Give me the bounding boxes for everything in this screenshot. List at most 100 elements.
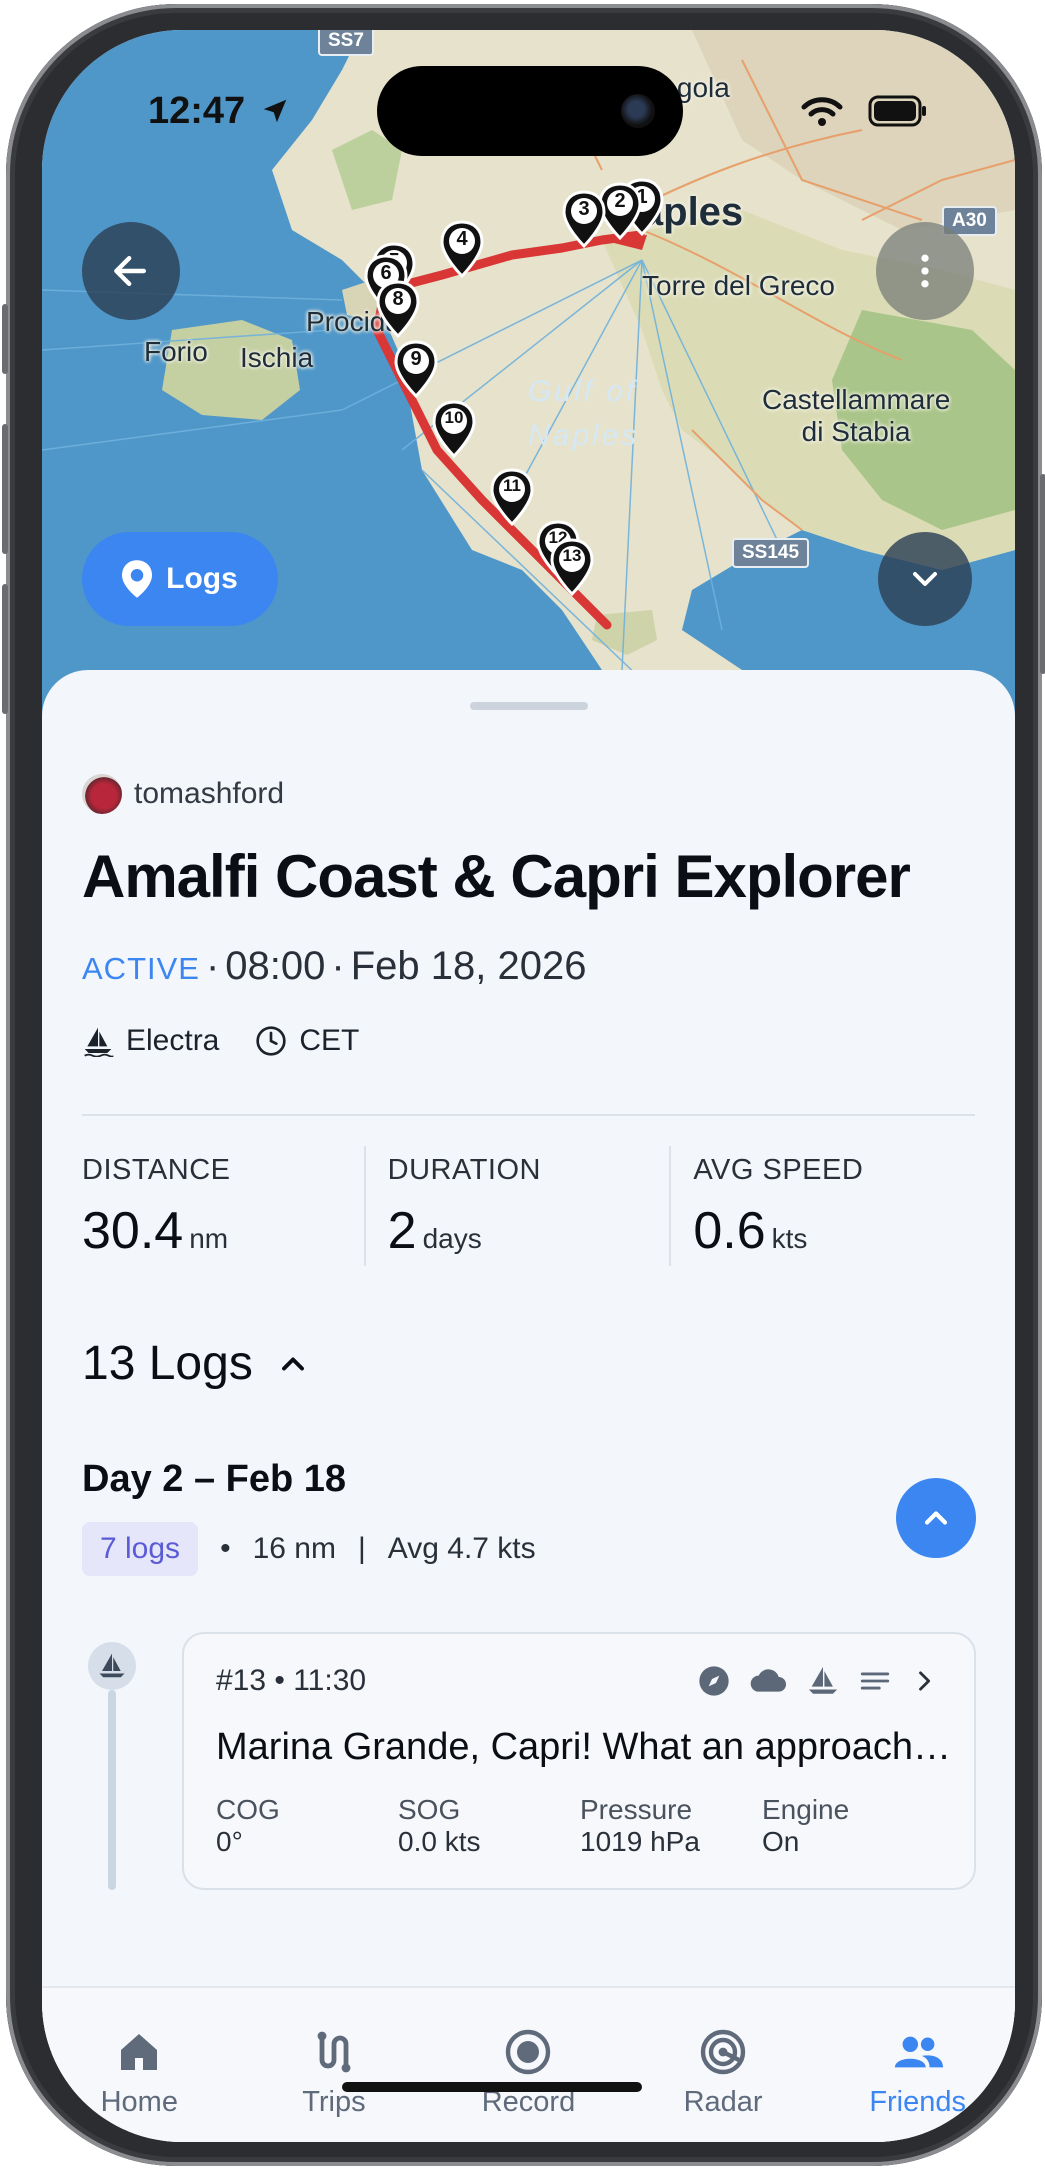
sailboat-icon (84, 1027, 114, 1057)
avatar (82, 774, 122, 814)
stat-label: AVG SPEED (693, 1154, 864, 1186)
clock-icon (256, 1026, 287, 1056)
route-icon (317, 2031, 351, 2073)
tab-trips[interactable]: Trips (237, 1988, 432, 2142)
logs-count-chip: 7 logs (82, 1522, 199, 1576)
log-pin-number: 8 (392, 288, 404, 310)
field-label: SOG (398, 1794, 461, 1825)
back-button[interactable] (82, 222, 180, 320)
cloud-icon (750, 1669, 786, 1692)
map-label-gulf-of-naples: Gulf of Naples (528, 375, 640, 452)
log-field-engine: Engine On (762, 1794, 944, 1858)
day-summary: 7 logs • 16 nm | Avg 4.7 kts (82, 1522, 536, 1576)
log-pin-10[interactable]: 10 (432, 400, 476, 459)
route-map[interactable]: Naples ...agola Torre del Greco Procida … (42, 30, 1015, 750)
log-field-sog: SOG 0.0 kts (398, 1794, 580, 1858)
log-icons (698, 1664, 938, 1698)
chevron-down-icon (913, 572, 937, 586)
log-entry-card[interactable]: #13 • 11:30 Marina Grande, Capri! What a… (182, 1632, 976, 1890)
collapse-map-button[interactable] (878, 532, 972, 626)
logs-toggle-label: Logs (166, 562, 238, 595)
log-header: #13 • 11:30 (216, 1664, 367, 1697)
logs-section-header[interactable]: 13 Logs (82, 1336, 311, 1391)
pipe-separator: | (357, 1532, 366, 1565)
log-pin-3[interactable]: 3 (562, 190, 606, 249)
trip-owner[interactable]: tomashford (82, 774, 284, 814)
field-label: Engine (762, 1794, 850, 1825)
stat-unit: days (422, 1223, 482, 1254)
stat-unit: nm (189, 1223, 229, 1254)
status-time: 12:47 (148, 90, 246, 132)
log-field-pressure: Pressure 1019 hPa (580, 1794, 762, 1858)
stat-distance: DISTANCE 30.4 nm (82, 1146, 364, 1266)
log-pin-number: 10 (444, 408, 464, 427)
map-pin-icon (122, 560, 153, 598)
log-pin-13[interactable]: 13 (550, 538, 594, 597)
trip-sheet: tomashford Amalfi Coast & Capri Explorer… (42, 670, 1015, 2142)
more-options-button[interactable] (876, 222, 974, 320)
timeline-sailboat-icon (88, 1642, 136, 1690)
log-text: Marina Grande, Capri! What an approach i… (216, 1726, 956, 1768)
field-label: COG (216, 1794, 280, 1825)
log-pin-4[interactable]: 4 (440, 220, 484, 279)
tab-label: Home (100, 2086, 178, 2118)
tab-label: Friends (869, 2086, 967, 2118)
log-pin-8[interactable]: 8 (376, 280, 420, 339)
tab-record[interactable]: Record (431, 1988, 626, 2142)
timeline-line (108, 1690, 116, 1890)
record-icon (506, 2029, 551, 2075)
power-button (1040, 474, 1045, 674)
app-screen: Naples ...agola Torre del Greco Procida … (42, 30, 1015, 2142)
day-distance: 16 nm (252, 1532, 336, 1565)
field-value: 0° (216, 1826, 243, 1857)
dynamic-island (377, 66, 683, 156)
field-value: 1019 hPa (580, 1826, 700, 1857)
volume-down-button (2, 584, 8, 714)
phone-frame: Naples ...agola Torre del Greco Procida … (2, 4, 1045, 2166)
trip-meta: ACTIVE · 08:00 · Feb 18, 2026 (82, 944, 586, 989)
stat-unit: kts (771, 1223, 808, 1254)
trip-start-time: 08:00 (225, 944, 326, 988)
location-arrow-icon (263, 99, 287, 123)
home-icon (121, 2034, 158, 2070)
logs-toggle-button[interactable]: Logs (82, 532, 278, 626)
log-pin-number: 9 (410, 348, 422, 370)
log-pin-11[interactable]: 11 (490, 468, 534, 527)
chevron-up-icon (281, 1357, 304, 1370)
map-label-torre-del-greco: Torre del Greco (642, 270, 835, 301)
meta-separator: · (331, 944, 345, 988)
tab-label: Radar (683, 2086, 763, 2118)
log-fields: COG 0° SOG 0.0 kts Pressure 1019 hPa Engine… (216, 1794, 944, 1858)
log-pin-9[interactable]: 9 (394, 340, 438, 399)
compass-icon (699, 1666, 729, 1696)
day-title: Day 2 – Feb 18 (82, 1458, 347, 1500)
tab-radar[interactable]: Radar (626, 1988, 821, 2142)
more-vertical-icon (921, 254, 929, 288)
divider (82, 1114, 975, 1116)
map-label-ischia: Ischia (240, 342, 314, 373)
tab-friends[interactable]: Friends (820, 1988, 1015, 2142)
battery-icon (868, 95, 926, 127)
sailboat-icon (99, 1653, 125, 1678)
tab-home[interactable]: Home (42, 1988, 237, 2142)
trip-start-date: Feb 18, 2026 (350, 944, 587, 988)
sheet-grabber[interactable] (470, 702, 588, 710)
home-indicator (342, 2082, 642, 2092)
meta-separator: · (205, 944, 220, 988)
field-value: 0.0 kts (398, 1826, 481, 1857)
field-label: Pressure (580, 1794, 693, 1825)
action-button (2, 304, 8, 374)
log-pin-number: 13 (562, 546, 582, 565)
arrow-left-icon (114, 255, 147, 287)
tab-bar: Home Trips Record Radar Friends (42, 1986, 1015, 2142)
field-value: On (762, 1826, 800, 1857)
chevron-up-icon (924, 1511, 948, 1525)
timezone: CET (299, 1024, 360, 1057)
owner-name: tomashford (134, 777, 285, 810)
collapse-day-button[interactable] (896, 1478, 976, 1558)
road-shield-ss145: SS145 (732, 538, 810, 568)
chevron-right-icon (919, 1671, 931, 1691)
trip-title: Amalfi Coast & Capri Explorer (82, 843, 911, 910)
stat-value: 30.4 (82, 1202, 184, 1260)
stat-label: DISTANCE (82, 1154, 231, 1186)
